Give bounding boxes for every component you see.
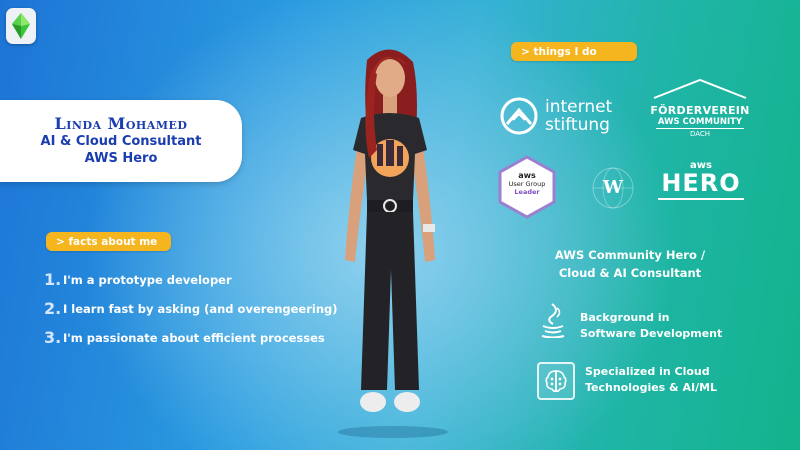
logo-text: internet: [545, 97, 613, 117]
fact-text: I'm passionate about efficient processes: [63, 330, 325, 345]
logo-text: AWS COMMUNITY: [657, 117, 743, 127]
sim-character[interactable]: [315, 40, 465, 440]
user-group-leader-badge: aws User Group Leader: [497, 155, 557, 219]
aws-brand: aws: [518, 171, 536, 180]
profile-name: Linda Mohamed: [54, 114, 188, 133]
badge-text: User Group: [508, 180, 546, 188]
aws-hero-logo: aws HERO: [656, 160, 746, 200]
fact-number: 1.: [44, 270, 62, 289]
foerderverein-logo: FÖRDERVEREIN AWS COMMUNITY DACH: [650, 78, 750, 138]
profile-card: Linda Mohamed AI & Cloud Consultant AWS …: [0, 100, 242, 182]
fact-item: 1. I'm a prototype developer: [44, 265, 338, 294]
logo-text: FÖRDERVEREIN: [650, 104, 750, 117]
java-icon: [541, 303, 565, 339]
feature-line: Software Development: [580, 327, 723, 340]
mountain-circle-icon: [500, 97, 538, 135]
plumbob-menu-button[interactable]: [6, 8, 36, 44]
roof-icon: [653, 78, 747, 99]
logo-text: HERO: [661, 169, 741, 197]
ai-brain-icon: [545, 370, 567, 393]
w-logo: W: [590, 165, 636, 211]
facts-list: 1. I'm a prototype developer 2. I learn …: [44, 265, 338, 352]
plumbob-icon: [12, 13, 30, 39]
feature-ai: [537, 362, 575, 400]
facts-pill: > facts about me: [46, 232, 171, 251]
internet-stiftung-logo: internet stiftung: [499, 96, 612, 136]
profile-role: AI & Cloud Consultant: [40, 134, 202, 149]
fact-text: I'm a prototype developer: [63, 272, 232, 287]
logo-text: W: [602, 177, 624, 198]
sims-cas-screen: Linda Mohamed AI & Cloud Consultant AWS …: [0, 0, 800, 450]
things-pill: > things I do: [511, 42, 637, 61]
fact-item: 3. I'm passionate about efficient proces…: [44, 323, 338, 352]
summary-line: Cloud & AI Consultant: [558, 266, 702, 280]
profile-title: AWS Hero: [84, 151, 158, 166]
fact-item: 2. I learn fast by asking (and overengee…: [44, 294, 338, 323]
fact-text: I learn fast by asking (and overengeerin…: [63, 301, 338, 316]
summary-line: AWS Community Hero /: [554, 248, 706, 262]
feature-text: Background in Software Development: [580, 310, 722, 342]
badge-text: Leader: [514, 188, 540, 196]
feature-text: Specialized in Cloud Technologies & AI/M…: [585, 364, 717, 396]
logo-text: stiftung: [545, 115, 610, 135]
fact-number: 3.: [44, 328, 62, 347]
feature-line: Technologies & AI/ML: [585, 381, 718, 394]
feature-java: [540, 302, 566, 342]
summary-text: AWS Community Hero / Cloud & AI Consulta…: [530, 246, 730, 282]
feature-line: Specialized in Cloud: [585, 365, 710, 378]
feature-line: Background in: [580, 311, 670, 324]
logo-text: DACH: [656, 128, 744, 138]
fact-number: 2.: [44, 299, 62, 318]
